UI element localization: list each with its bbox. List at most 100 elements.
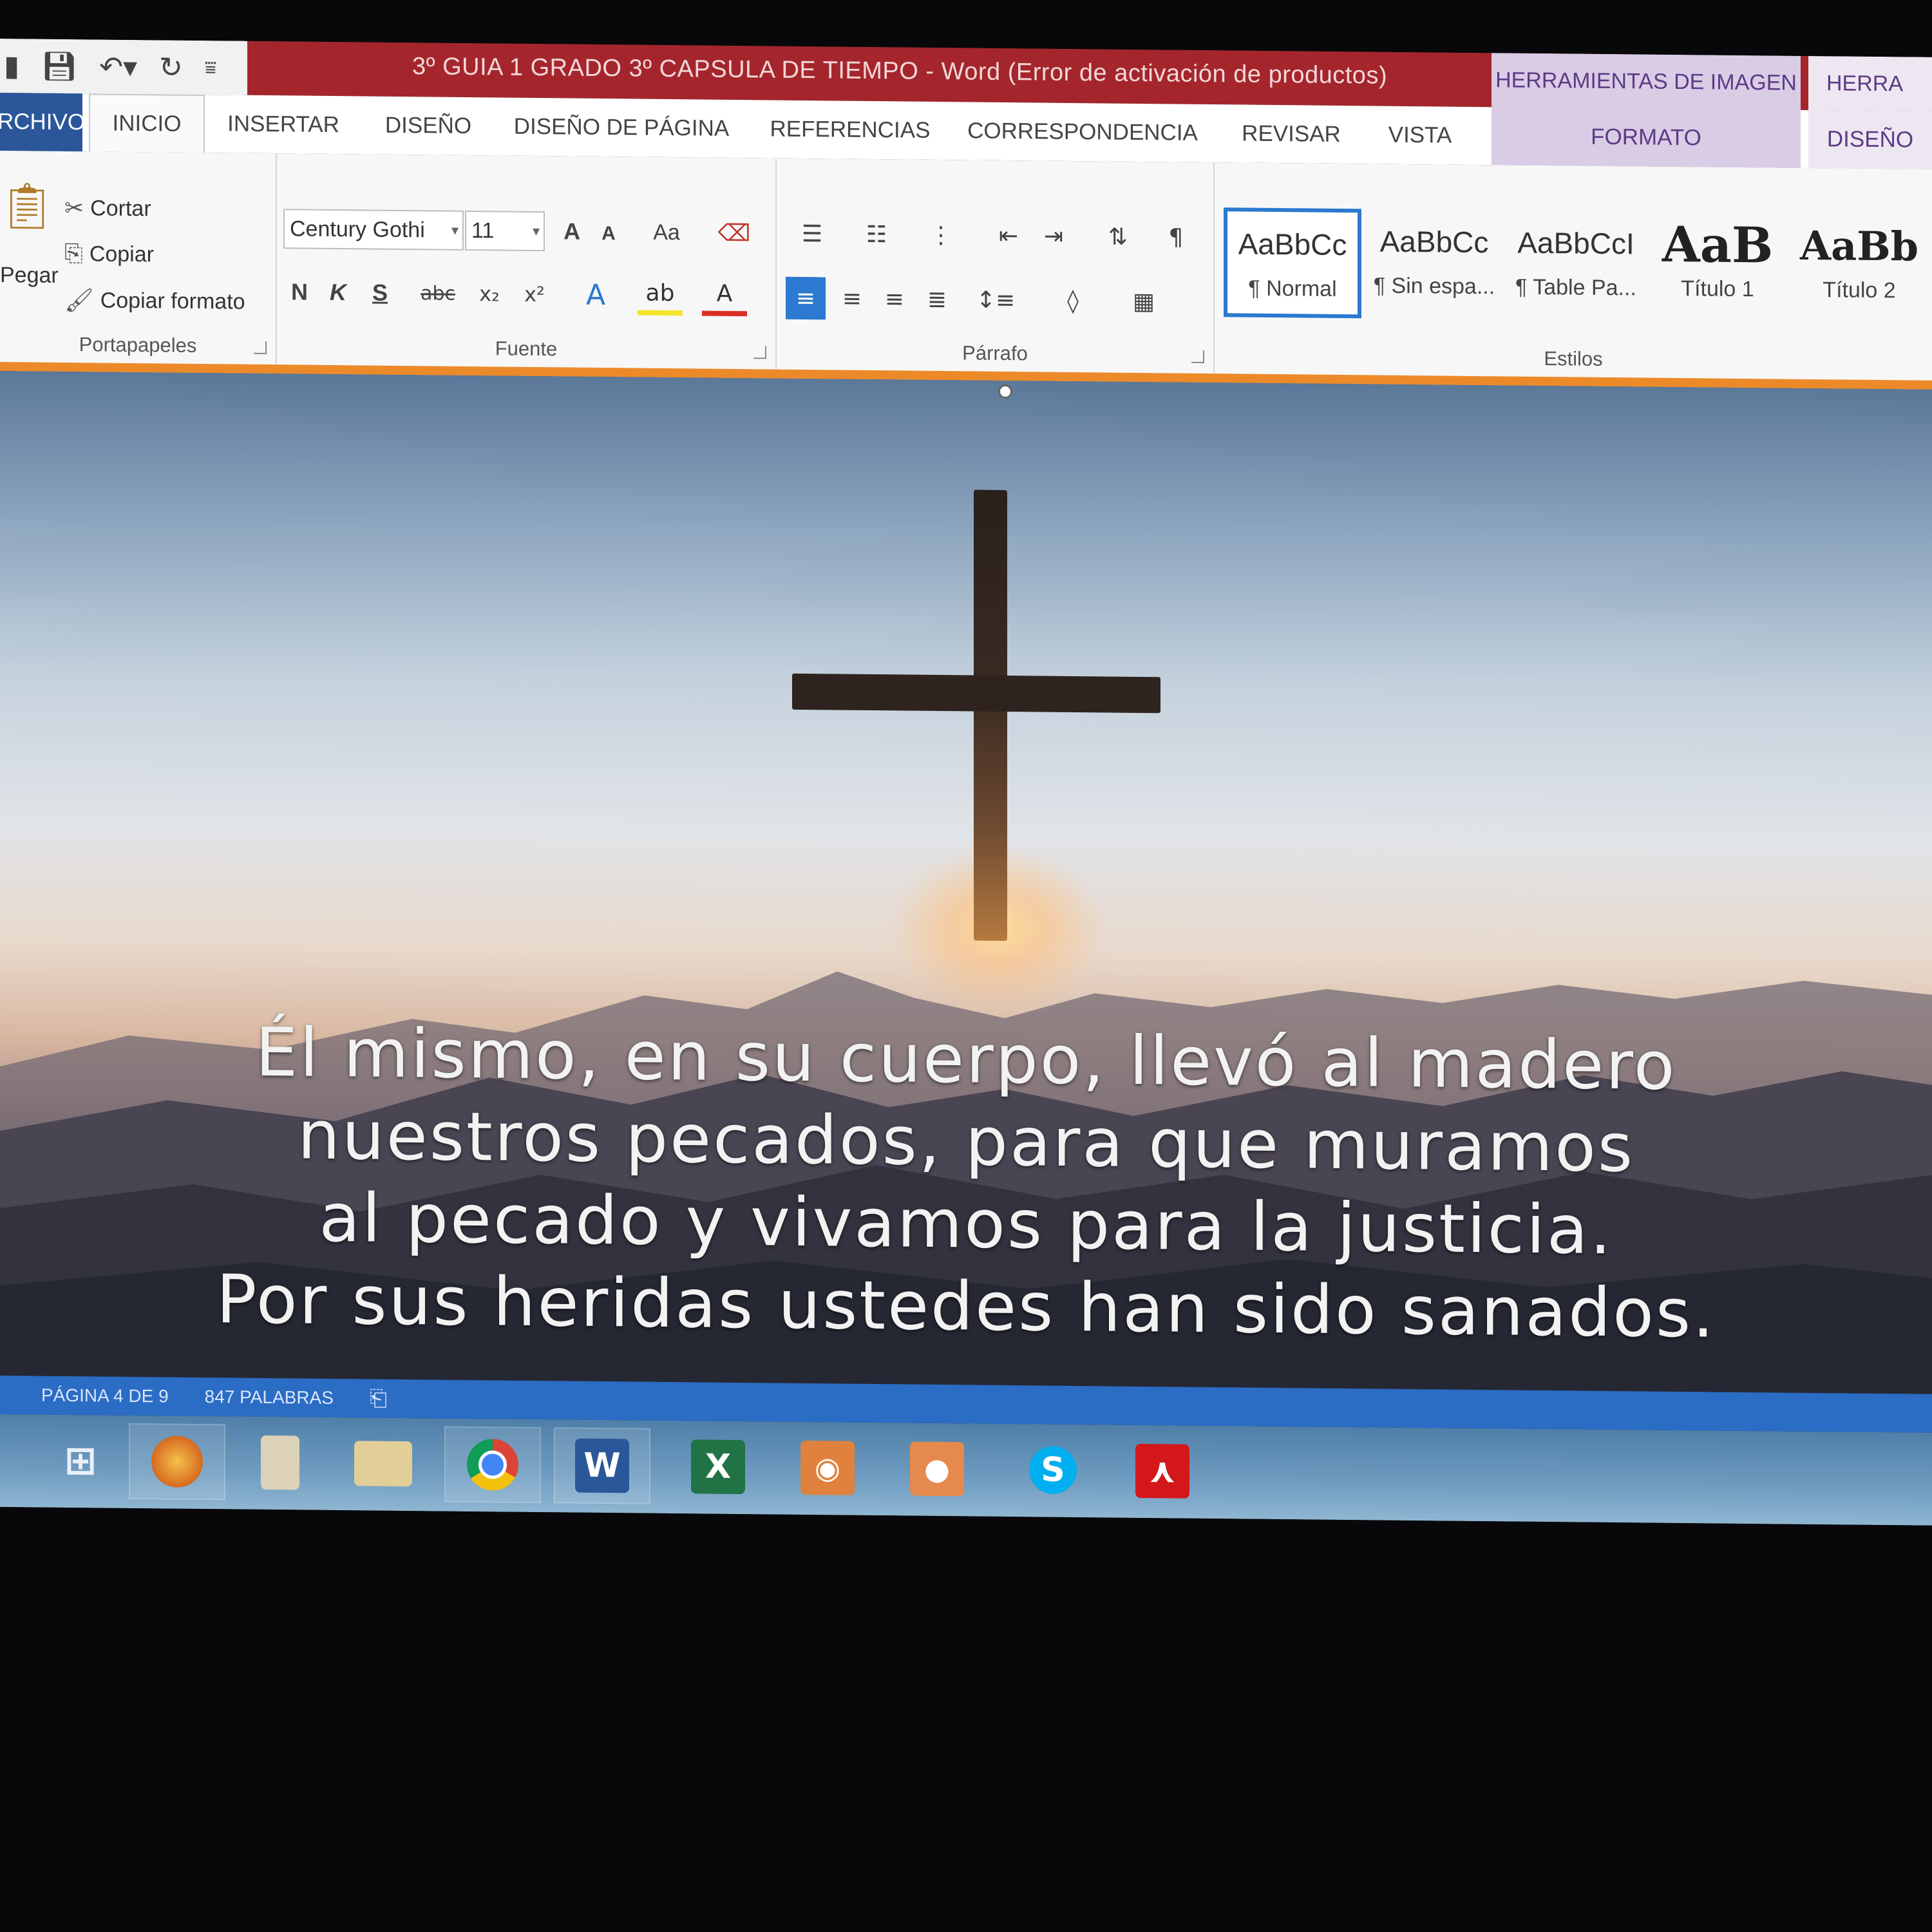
clear-formatting-icon[interactable]: ⌫ — [715, 213, 753, 254]
tab-home[interactable]: INICIO — [89, 93, 205, 153]
shrink-font-button[interactable]: A — [592, 216, 625, 252]
context-group-picture-tools: HERRAMIENTAS DE IMAGEN — [1492, 53, 1801, 110]
justify-icon[interactable]: ≣ — [917, 278, 957, 321]
browser-icon[interactable] — [129, 1423, 225, 1501]
bold-button[interactable]: N — [283, 272, 316, 312]
page-count[interactable]: PÁGINA 4 DE 9 — [41, 1385, 169, 1407]
tab-insert[interactable]: INSERTAR — [219, 95, 348, 154]
borders-icon[interactable]: ▦ — [1118, 280, 1170, 323]
style-name: Título 2 — [1823, 278, 1896, 303]
start-icon[interactable]: ⊞ — [32, 1422, 129, 1499]
dialog-launcher-icon[interactable] — [753, 346, 766, 359]
text-effects-icon[interactable]: A — [573, 275, 618, 316]
style-normal[interactable]: AaBbCc ¶ Normal — [1224, 207, 1361, 319]
strikethrough-button[interactable]: abc — [412, 273, 464, 314]
group-font: Century Gothi ▾ 11 ▾ A A Aa ⌫ N K S abc x₂… — [277, 153, 777, 370]
tab-page-layout[interactable]: DISEÑO DE PÁGINA — [509, 98, 734, 158]
cross-vertical-beam — [974, 489, 1007, 942]
verse-text: Él mismo, en su cuerpo, llevó al madero … — [0, 1009, 1932, 1357]
paste-button[interactable]: Pegar — [0, 263, 59, 289]
chevron-down-icon: ▾ — [451, 222, 459, 238]
customize-icon[interactable]: ⩸ — [205, 57, 216, 79]
tab-design[interactable]: DISEÑO — [374, 97, 483, 156]
style-name: Título 1 — [1681, 276, 1754, 302]
undo-icon[interactable]: ↶▾ — [99, 50, 137, 84]
italic-button[interactable]: K — [322, 272, 354, 312]
taskbar: ⊞ W X ◉ ● S ⋏ — [0, 1414, 1932, 1526]
cut-button[interactable]: ✂ Cortar — [64, 195, 151, 222]
copy-label: Copiar — [89, 241, 154, 267]
style-preview: AaB — [1662, 215, 1774, 274]
word-count[interactable]: 847 PALABRAS — [205, 1387, 334, 1408]
tab-file[interactable]: RCHIVO — [0, 93, 85, 152]
decrease-indent-icon[interactable]: ⇤ — [989, 216, 1028, 256]
numbering-icon[interactable]: ☷ — [854, 214, 899, 255]
bullets-icon[interactable]: ☰ — [790, 214, 835, 254]
document-image[interactable]: Él mismo, en su cuerpo, llevó al madero … — [0, 371, 1932, 1394]
group-label-paragraph: Párrafo — [962, 341, 1028, 365]
style-preview: AaBbCc — [1238, 227, 1347, 262]
format-painter-button[interactable]: 🖌︎ Copiar formato — [64, 287, 245, 316]
superscript-button[interactable]: x² — [515, 274, 554, 315]
font-color-icon[interactable]: A — [702, 276, 747, 317]
style-no-spacing[interactable]: AaBbCc ¶ Sin espa... — [1365, 209, 1503, 319]
highlight-icon[interactable]: ab — [638, 275, 683, 316]
skype-icon[interactable]: S — [1005, 1432, 1101, 1508]
file-explorer-icon[interactable] — [232, 1424, 328, 1501]
style-table-paragraph[interactable]: AaBbCcI ¶ Table Pa... — [1507, 210, 1645, 321]
scissors-icon: ✂ — [64, 194, 84, 222]
format-painter-label: Copiar formato — [100, 287, 245, 314]
word-icon[interactable]: W — [554, 1427, 650, 1504]
align-right-icon[interactable]: ≡ — [875, 278, 914, 321]
excel-icon[interactable]: X — [670, 1428, 766, 1505]
redo-icon[interactable]: ↻ — [159, 51, 183, 84]
grow-font-button[interactable]: A — [554, 211, 590, 252]
line-spacing-icon[interactable]: ↕≡ — [970, 278, 1021, 321]
style-preview: AaBbCcI — [1517, 225, 1634, 261]
copy-icon: ⎘ — [64, 240, 83, 267]
font-size-select[interactable]: 11 ▾ — [465, 210, 545, 252]
cross-horizontal-beam — [792, 673, 1160, 714]
align-center-icon[interactable]: ≡ — [832, 277, 872, 320]
camera-icon[interactable]: ◉ — [779, 1430, 876, 1506]
word-logo-icon: ▮ — [4, 49, 20, 82]
tab-mailings[interactable]: CORRESPONDENCIA — [963, 102, 1202, 162]
style-heading-2[interactable]: AaBb Título 2 — [1790, 213, 1928, 324]
subscript-button[interactable]: x₂ — [470, 274, 509, 314]
tab-design-tools[interactable]: DISEÑO — [1808, 109, 1932, 169]
proofing-icon[interactable]: ⎗ — [370, 1386, 387, 1412]
change-case-button[interactable]: Aa — [638, 213, 696, 253]
save-icon[interactable]: 💾︎ — [41, 50, 77, 84]
group-label-styles: Estilos — [1544, 347, 1603, 370]
ribbon: 📋︎ Pegar ✂ Cortar ⎘ Copiar 🖌︎ Copiar for… — [0, 151, 1932, 390]
style-preview: AaBbCc — [1379, 224, 1489, 260]
chrome-icon[interactable] — [444, 1426, 541, 1504]
multilevel-list-icon[interactable]: ⋮ — [918, 215, 963, 256]
sort-icon[interactable]: ⇅ — [1099, 216, 1137, 257]
cut-label: Cortar — [90, 196, 151, 222]
shading-icon[interactable]: ◊ — [1047, 279, 1099, 323]
copy-button[interactable]: ⎘ Copiar — [64, 240, 154, 268]
tab-view[interactable]: VISTA — [1372, 106, 1468, 164]
tab-review[interactable]: REVISAR — [1230, 104, 1352, 164]
acrobat-icon[interactable]: ⋏ — [1114, 1433, 1211, 1510]
folder-icon[interactable] — [335, 1425, 431, 1502]
dialog-launcher-icon[interactable] — [1191, 350, 1204, 363]
quick-access-toolbar: ▮ 💾︎ ↶▾ ↻ ⩸ — [0, 39, 247, 95]
font-family-select[interactable]: Century Gothi ▾ — [283, 209, 464, 251]
pilcrow-icon[interactable]: ¶ — [1157, 217, 1195, 258]
dialog-launcher-icon[interactable] — [254, 341, 267, 354]
capture-icon[interactable]: ● — [889, 1430, 985, 1507]
paste-icon[interactable]: 📋︎ — [0, 176, 55, 235]
tab-references[interactable]: REFERENCIAS — [766, 100, 934, 159]
tab-format[interactable]: FORMATO — [1492, 107, 1801, 168]
image-rotate-handle[interactable] — [998, 384, 1012, 399]
align-left-icon[interactable]: ≡ — [786, 276, 826, 320]
underline-button[interactable]: S — [361, 272, 399, 313]
font-size-value: 11 — [471, 218, 495, 243]
screen: ▮ 💾︎ ↶▾ ↻ ⩸ 3º GUIA 1 GRADO 3º CAPSULA D… — [0, 39, 1932, 1526]
group-clipboard: 📋︎ Pegar ✂ Cortar ⎘ Copiar 🖌︎ Copiar for… — [0, 151, 277, 365]
increase-indent-icon[interactable]: ⇥ — [1034, 216, 1073, 256]
style-heading-1[interactable]: AaB Título 1 — [1649, 212, 1786, 323]
style-name: ¶ Normal — [1248, 276, 1337, 301]
